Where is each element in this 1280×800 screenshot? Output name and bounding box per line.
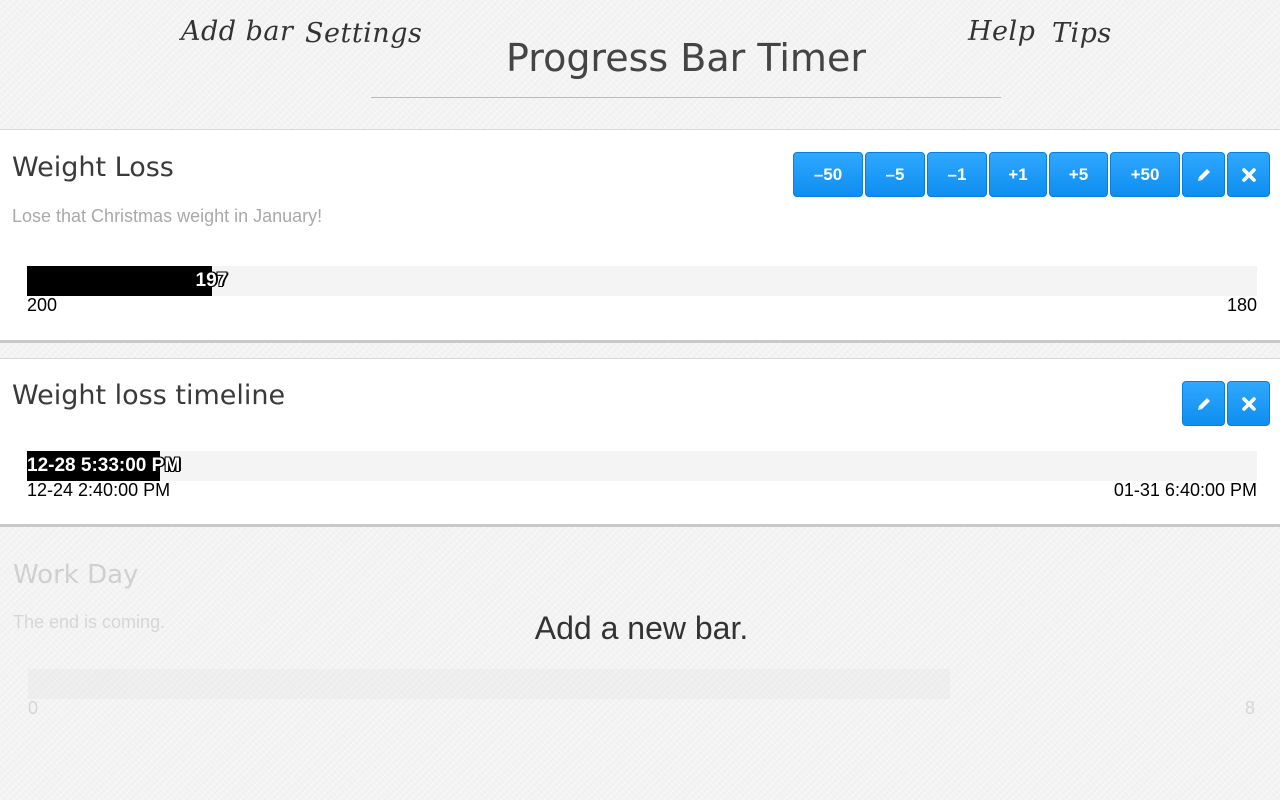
progress-max-label: 8 xyxy=(1244,698,1255,718)
app-header: Add bar Settings Help Tips Progress Bar … xyxy=(0,0,1280,130)
progress-min-label: 12-24 2:40:00 PM xyxy=(27,480,171,500)
progress-min-label: 0 xyxy=(28,698,39,718)
pencil-icon xyxy=(1196,396,1212,412)
bar-controls: –50 –5 –1 +1 +5 +50 xyxy=(793,152,1270,197)
delete-bar-button[interactable] xyxy=(1227,381,1270,426)
decrement-5-button[interactable]: –5 xyxy=(865,152,925,197)
progress-max-label: 01-31 6:40:00 PM xyxy=(1113,480,1257,500)
progress-current-value: 12-28 5:33:00 PM xyxy=(27,455,181,476)
add-new-bar-button[interactable]: Add a new bar. xyxy=(0,610,1280,647)
bar-title: Weight loss timeline xyxy=(12,380,286,411)
increment-5-button[interactable]: +5 xyxy=(1049,152,1108,197)
bar-card-work-day-faded: Work Day The end is coming. 0 8 xyxy=(0,528,1280,800)
progress-min-label: 200 xyxy=(27,295,58,315)
bar-card-weight-loss-timeline: Weight loss timeline 12-28 5:33:00 PM 12… xyxy=(0,358,1280,527)
delete-bar-button[interactable] xyxy=(1227,152,1270,197)
decrement-50-button[interactable]: –50 xyxy=(793,152,863,197)
edit-bar-button[interactable] xyxy=(1182,152,1225,197)
progress-track: 197 xyxy=(27,266,1257,296)
progress-current-value: 197 xyxy=(195,270,228,291)
close-icon xyxy=(1241,167,1257,183)
bar-title: Weight Loss xyxy=(12,152,174,183)
bar-title: Work Day xyxy=(13,560,139,590)
bar-description: Lose that Christmas weight in January! xyxy=(12,206,323,226)
progress-fill xyxy=(27,266,212,296)
page-title: Progress Bar Timer xyxy=(506,36,866,80)
pencil-icon xyxy=(1196,167,1212,183)
decrement-1-button[interactable]: –1 xyxy=(927,152,987,197)
increment-1-button[interactable]: +1 xyxy=(989,152,1047,197)
edit-bar-button[interactable] xyxy=(1182,381,1225,426)
bar-card-weight-loss: Weight Loss –50 –5 –1 +1 +5 +50 Lose tha… xyxy=(0,129,1280,343)
progress-track xyxy=(28,669,950,699)
progress-max-label: 180 xyxy=(1226,295,1257,315)
title-divider xyxy=(371,97,1001,98)
bar-controls xyxy=(1182,381,1270,426)
increment-50-button[interactable]: +50 xyxy=(1110,152,1180,197)
progress-track: 12-28 5:33:00 PM xyxy=(27,451,1257,481)
close-icon xyxy=(1241,396,1257,412)
